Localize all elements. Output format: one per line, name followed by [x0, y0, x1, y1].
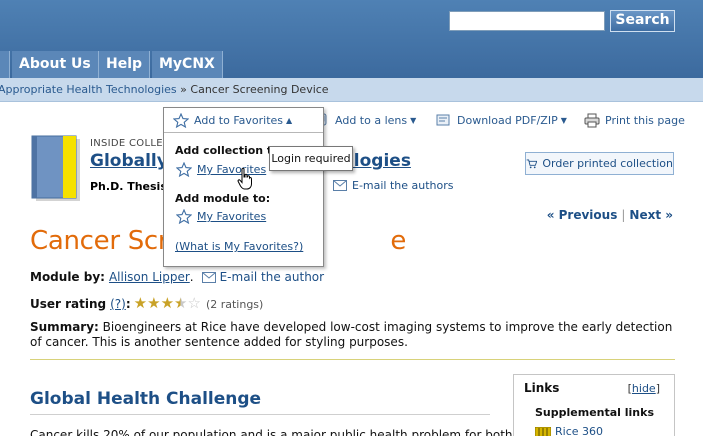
order-printed-collection-label: Order printed collection — [542, 157, 673, 170]
add-to-favorites-button[interactable]: Add to Favorites ▲ — [173, 113, 292, 128]
rating-star-icon[interactable]: ☆ — [187, 294, 200, 312]
nav-tab-help[interactable]: Help — [99, 51, 151, 78]
print-button[interactable]: Print this page — [584, 113, 685, 128]
breadcrumb: Appropriate Health Technologies » Cancer… — [0, 78, 703, 102]
search-button[interactable]: Search — [610, 10, 675, 32]
divider — [30, 359, 675, 360]
download-icon — [436, 114, 450, 126]
section-divider — [30, 414, 490, 415]
supplemental-link-item[interactable]: Rice 360 — [535, 425, 603, 436]
add-to-lens-button[interactable]: Add to a lens ▼ — [316, 113, 416, 127]
pager-separator: | — [621, 208, 626, 222]
rating-star-icon[interactable]: ★ — [174, 294, 187, 312]
add-module-heading: Add module to: — [175, 192, 271, 205]
email-author-link[interactable]: E-mail the author — [220, 270, 325, 284]
user-rating: User rating (?): ★★★★☆ (2 ratings) — [30, 294, 264, 312]
rating-stars[interactable]: ★★★★☆ — [134, 294, 201, 312]
inside-collection-label: INSIDE COLLEC — [90, 138, 171, 149]
module-title-end: e — [390, 226, 407, 256]
rating-colon: : — [125, 297, 131, 311]
author-link[interactable]: Allison Lipper — [109, 270, 190, 284]
collection-book-icon — [31, 135, 80, 201]
next-link[interactable]: Next » — [629, 208, 673, 222]
email-authors-link[interactable]: E-mail the authors — [333, 179, 454, 192]
chevron-down-icon: ▼ — [560, 115, 567, 125]
supplemental-link-label: Rice 360 — [555, 425, 604, 436]
star-icon — [173, 113, 189, 128]
hand-cursor-icon — [237, 168, 252, 190]
nav-tab-partial[interactable] — [0, 51, 10, 78]
rating-count: (2 ratings) — [205, 297, 264, 311]
chevron-down-icon: ▼ — [410, 115, 417, 125]
supplemental-links-heading: Supplemental links — [535, 406, 655, 419]
download-label: Download PDF/ZIP — [457, 113, 558, 127]
module-by-label: Module by: — [30, 270, 105, 284]
collection-title-link[interactable]: Globally — [90, 151, 168, 171]
rating-star-icon[interactable]: ★ — [147, 294, 160, 312]
add-collection-heading: Add collection to: — [175, 144, 285, 157]
what-is-favorites-link[interactable]: (What is My Favorites?) — [175, 240, 303, 253]
pager: « Previous | Next » — [547, 208, 673, 222]
print-label: Print this page — [605, 114, 685, 127]
nav-tab-mycnx[interactable]: MyCNX — [152, 51, 223, 78]
add-module-favorites-label: My Favorites — [197, 210, 267, 223]
rating-star-icon[interactable]: ★ — [134, 294, 147, 312]
section-heading: Global Health Challenge — [30, 389, 262, 409]
envelope-icon — [201, 271, 216, 283]
email-authors-label: E-mail the authors — [352, 179, 454, 192]
download-button[interactable]: Download PDF/ZIP ▼ — [436, 113, 567, 127]
add-to-lens-label: Add to a lens — [335, 113, 408, 127]
chevron-up-icon: ▲ — [286, 116, 293, 125]
login-required-tooltip: Login required — [269, 146, 353, 171]
menu-divider — [164, 132, 323, 133]
breadcrumb-separator: » — [180, 83, 187, 96]
links-title: Links — [524, 381, 560, 395]
add-collection-favorites-label: My Favorites — [197, 163, 267, 176]
star-icon — [176, 162, 192, 177]
links-hide-toggle: [hide] — [627, 382, 660, 395]
rating-help-link[interactable]: (?) — [110, 297, 126, 311]
envelope-icon — [333, 180, 347, 191]
add-to-favorites-label: Add to Favorites — [194, 114, 284, 127]
module-title-start: Cancer Scr — [30, 226, 169, 256]
rating-star-icon[interactable]: ★ — [161, 294, 174, 312]
nav-tab-about-us[interactable]: About Us — [12, 51, 99, 78]
author-suffix: . — [189, 270, 194, 284]
section-body-text: Cancer kills 20% of our population and i… — [30, 428, 539, 436]
breadcrumb-parent-link[interactable]: Appropriate Health Technologies — [0, 83, 177, 96]
star-icon — [176, 209, 192, 224]
summary-text: Bioengineers at Rice have developed low-… — [30, 320, 673, 349]
printer-icon — [584, 113, 600, 128]
module-summary: Summary: Bioengineers at Rice have devel… — [30, 320, 675, 350]
order-printed-collection-button[interactable]: Order printed collection — [525, 152, 674, 175]
links-hide-link[interactable]: hide — [632, 382, 656, 395]
signal-bars-icon — [535, 426, 551, 436]
module-by: Module by: Allison Lipper. E-mail the au… — [30, 270, 324, 284]
site-header: Search About Us Help MyCNX — [0, 0, 703, 78]
breadcrumb-current: Cancer Screening Device — [190, 83, 329, 96]
cart-icon — [526, 159, 538, 168]
links-box: Links [hide] Supplemental links Rice 360 — [513, 374, 675, 436]
rating-label: User rating — [30, 297, 107, 311]
add-module-favorites-link[interactable]: My Favorites — [176, 209, 266, 224]
search-input[interactable] — [449, 11, 605, 31]
previous-link[interactable]: « Previous — [547, 208, 618, 222]
summary-label: Summary: — [30, 320, 99, 334]
